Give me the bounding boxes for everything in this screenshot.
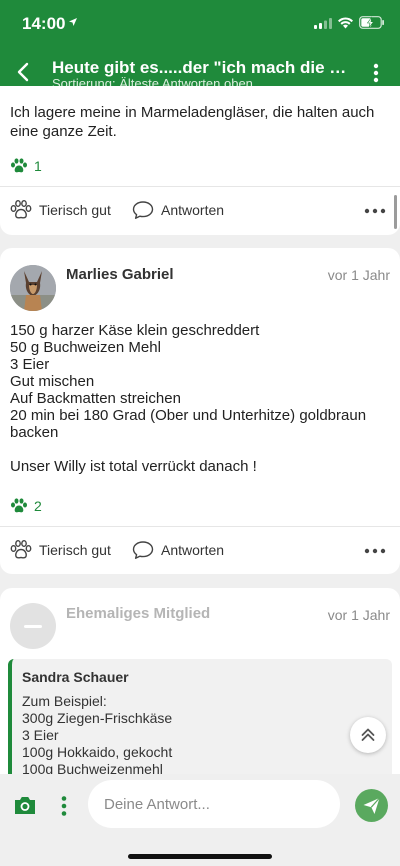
double-chevron-up-icon bbox=[361, 728, 375, 741]
reply-button[interactable]: Antworten bbox=[132, 540, 224, 560]
thread-title: Heute gibt es.....der "ich mach die Le..… bbox=[52, 58, 352, 77]
paw-icon bbox=[11, 158, 27, 173]
quote-author: Sandra Schauer bbox=[22, 669, 129, 685]
avatar[interactable] bbox=[10, 265, 56, 311]
send-icon bbox=[363, 797, 380, 814]
more-options-button[interactable] bbox=[366, 62, 386, 84]
cellular-signal-icon bbox=[314, 18, 332, 29]
scrollbar[interactable] bbox=[394, 195, 397, 229]
paw-outline-icon bbox=[10, 540, 32, 559]
wifi-icon bbox=[338, 17, 353, 29]
author-name: Ehemaliges Mitglied bbox=[66, 605, 211, 622]
divider bbox=[0, 186, 400, 187]
speech-bubble-icon bbox=[132, 541, 154, 559]
dog-photo-avatar bbox=[10, 265, 56, 311]
tierisch-gut-button[interactable]: Tierisch gut bbox=[10, 540, 111, 560]
post-body: Ich lagere meine in Marmeladengläser, di… bbox=[10, 104, 375, 140]
camera-button[interactable] bbox=[13, 794, 37, 816]
paw-icon bbox=[11, 498, 27, 513]
status-time: 14:00 bbox=[22, 14, 66, 33]
author-name[interactable]: Marlies Gabriel bbox=[66, 266, 174, 283]
speech-bubble-icon bbox=[132, 201, 154, 219]
like-button-label: Tierisch gut bbox=[39, 542, 111, 558]
back-button[interactable] bbox=[12, 60, 36, 84]
divider bbox=[0, 526, 400, 527]
reply-input[interactable] bbox=[88, 780, 340, 828]
reply-button-label: Antworten bbox=[161, 542, 225, 558]
minus-icon bbox=[24, 625, 42, 628]
scroll-to-top-button[interactable] bbox=[350, 717, 386, 753]
like-summary: 1 bbox=[10, 157, 42, 175]
paw-outline-icon bbox=[10, 200, 32, 219]
like-count: 2 bbox=[34, 498, 42, 514]
reply-button[interactable]: Antworten bbox=[132, 200, 224, 220]
home-indicator bbox=[128, 854, 272, 859]
post-body: 150 g harzer Käse klein geschreddert 50 … bbox=[10, 322, 367, 475]
reply-composer bbox=[0, 774, 400, 866]
quoted-reply[interactable]: Sandra Schauer Zum Beispiel: 300g Ziegen… bbox=[8, 659, 392, 788]
post-time: vor 1 Jahr bbox=[327, 607, 390, 623]
tierisch-gut-button[interactable]: Tierisch gut bbox=[10, 200, 111, 220]
reply-button-label: Antworten bbox=[161, 202, 225, 218]
post-menu-button[interactable] bbox=[364, 208, 386, 214]
location-arrow-icon bbox=[69, 18, 77, 26]
like-button-label: Tierisch gut bbox=[39, 202, 111, 218]
send-button[interactable] bbox=[355, 789, 388, 822]
post-time: vor 1 Jahr bbox=[327, 267, 390, 283]
avatar bbox=[10, 603, 56, 649]
quote-text: Zum Beispiel: 300g Ziegen-Frischkäse 3 E… bbox=[22, 693, 173, 777]
status-bar: 14:00 bbox=[0, 0, 400, 46]
post-menu-button[interactable] bbox=[364, 548, 386, 554]
battery-charging-icon bbox=[359, 16, 384, 29]
attachment-menu-button[interactable] bbox=[60, 795, 68, 817]
like-count: 1 bbox=[34, 158, 42, 174]
like-summary: 2 bbox=[10, 497, 42, 515]
